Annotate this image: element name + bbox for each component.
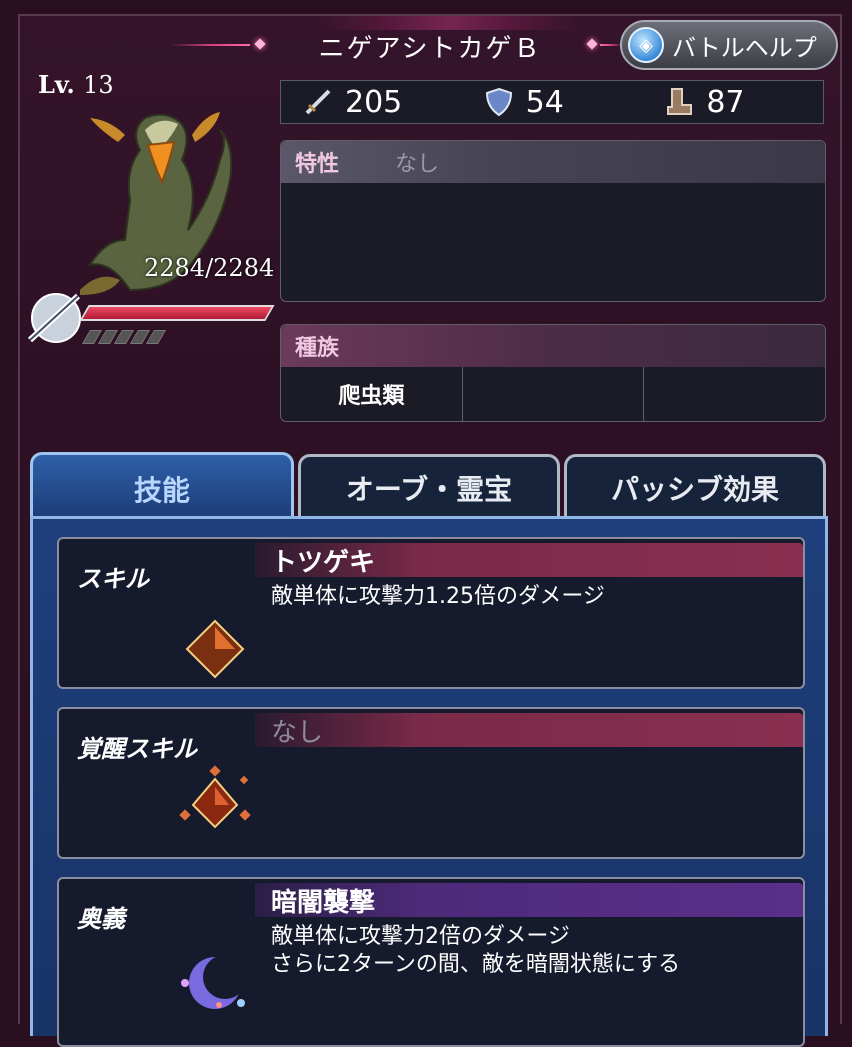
- awakened-skill-card[interactable]: 覚醒スキル なし: [57, 707, 805, 859]
- title-ornament-right: [600, 44, 622, 46]
- detail-tabs: 技能 オーブ・霊宝 パッシブ効果: [30, 452, 830, 522]
- skills-tab-body: スキル トツゲキ 敵単体に攻撃力1.25倍のダメージ 覚醒スキル なし 奥義 暗…: [30, 516, 828, 1047]
- tab-skills[interactable]: 技能: [30, 452, 294, 522]
- skill-description: 敵単体に攻撃力2倍のダメージ さらに2ターンの間、敵を暗闇状態にする: [271, 924, 681, 977]
- awakened-crystal-icon: [179, 765, 251, 829]
- skill-description: 敵単体に攻撃力1.25倍のダメージ: [271, 584, 605, 609]
- ougi-card[interactable]: 奥義 暗闇襲撃 敵単体に攻撃力2倍のダメージ さらに2ターンの間、敵を暗闇状態に…: [57, 877, 805, 1047]
- skill-name-bar: トツゲキ: [255, 543, 803, 578]
- speed-stat: 87: [642, 85, 823, 120]
- skill-type-label: 覚醒スキル: [77, 735, 197, 763]
- race-cell: 爬虫類: [281, 367, 463, 421]
- race-cell: [644, 367, 825, 421]
- attack-stat: 205: [281, 85, 462, 120]
- race-label: 種族: [295, 336, 340, 361]
- defense-value: 54: [525, 84, 564, 120]
- defense-stat: 54: [462, 85, 643, 120]
- boot-icon: [667, 88, 693, 115]
- skill-name-bar: なし: [255, 713, 803, 748]
- shield-icon: [485, 87, 512, 117]
- skill-type-label: スキル: [77, 565, 149, 593]
- speed-value: 87: [706, 84, 745, 120]
- stats-bar: 205 54 87: [280, 80, 824, 124]
- race-header: 種族: [281, 325, 825, 367]
- enemy-name-title: ニゲアシトカゲＢ: [318, 34, 542, 64]
- skill-crystal-icon: [185, 619, 245, 679]
- trait-panel: 特性 なし: [280, 140, 826, 302]
- hp-value: 2284/2284: [144, 254, 275, 282]
- sword-icon: [305, 89, 331, 115]
- race-cells: 爬虫類: [281, 367, 825, 421]
- skill-name: なし: [271, 717, 324, 748]
- help-icon: ◈: [628, 27, 664, 63]
- break-gauge: [81, 330, 167, 344]
- trait-label: 特性: [295, 152, 340, 177]
- trait-value: なし: [395, 152, 440, 177]
- tab-passive[interactable]: パッシブ効果: [564, 454, 826, 518]
- race-cell: [463, 367, 645, 421]
- skill-card[interactable]: スキル トツゲキ 敵単体に攻撃力1.25倍のダメージ: [57, 537, 805, 689]
- tab-orb-relic[interactable]: オーブ・霊宝: [298, 454, 560, 518]
- attack-value: 205: [345, 84, 403, 120]
- hp-bar: [79, 305, 275, 321]
- trait-header: 特性 なし: [281, 141, 825, 183]
- skill-name-bar: 暗闇襲撃: [255, 883, 803, 918]
- battle-help-button[interactable]: ◈ バトルヘルプ: [620, 20, 838, 70]
- crossed-swords-icon: [27, 293, 81, 343]
- skill-type-label: 奥義: [77, 905, 125, 933]
- crescent-moon-icon: [181, 955, 247, 1009]
- skill-name: トツゲキ: [271, 547, 376, 578]
- battle-help-label: バトルヘルプ: [672, 33, 817, 62]
- race-panel: 種族 爬虫類: [280, 324, 826, 422]
- skill-name: 暗闇襲撃: [271, 887, 376, 918]
- title-ornament-left: [170, 44, 250, 46]
